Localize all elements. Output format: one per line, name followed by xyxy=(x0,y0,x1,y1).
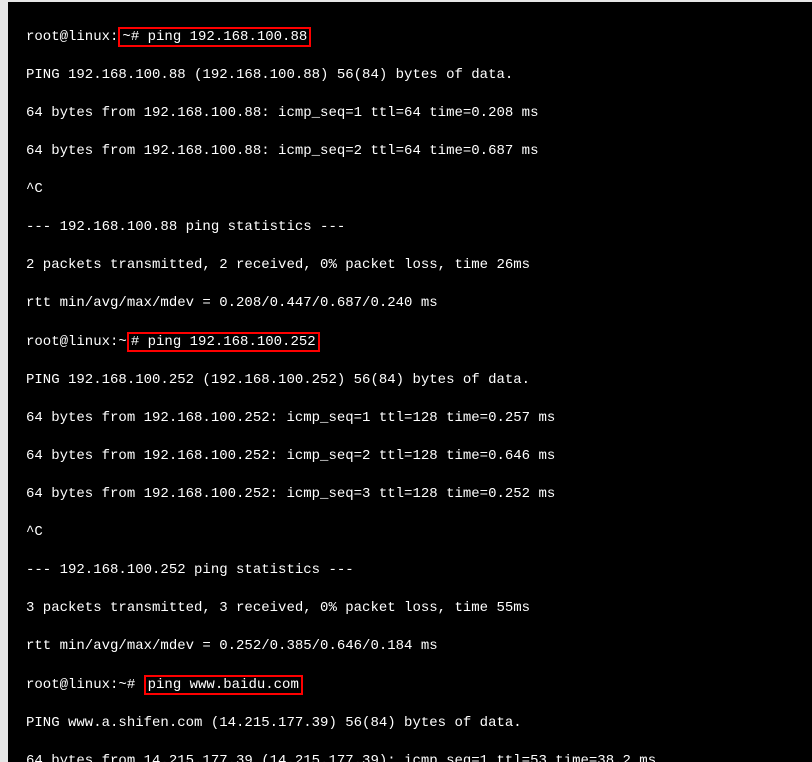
ping-output-line: PING 192.168.100.88 (192.168.100.88) 56(… xyxy=(26,66,804,85)
ping-output-line: PING www.a.shifen.com (14.215.177.39) 56… xyxy=(26,714,804,733)
ping-output-line: 64 bytes from 192.168.100.252: icmp_seq=… xyxy=(26,409,804,428)
ping-stats-line: 3 packets transmitted, 3 received, 0% pa… xyxy=(26,599,804,618)
ping-stats-header: --- 192.168.100.252 ping statistics --- xyxy=(26,561,804,580)
ping-output-line: 64 bytes from 14.215.177.39 (14.215.177.… xyxy=(26,752,804,762)
ping-stats-line: rtt min/avg/max/mdev = 0.252/0.385/0.646… xyxy=(26,637,804,656)
ping-command-1: ~# ping 192.168.100.88 xyxy=(118,27,311,47)
ping-stats-line: rtt min/avg/max/mdev = 0.208/0.447/0.687… xyxy=(26,294,804,313)
ping-output-line: 64 bytes from 192.168.100.252: icmp_seq=… xyxy=(26,447,804,466)
shell-prompt: root@linux: xyxy=(26,29,118,45)
ping-output-line: PING 192.168.100.252 (192.168.100.252) 5… xyxy=(26,371,804,390)
interrupt-signal: ^C xyxy=(26,180,804,199)
ping-output-line: 64 bytes from 192.168.100.252: icmp_seq=… xyxy=(26,485,804,504)
ping-output-line: 64 bytes from 192.168.100.88: icmp_seq=1… xyxy=(26,104,804,123)
ping-command-3: ping www.baidu.com xyxy=(144,675,303,695)
shell-prompt: root@linux:~ xyxy=(26,334,127,350)
ping-stats-line: 2 packets transmitted, 2 received, 0% pa… xyxy=(26,256,804,275)
ping-output-line: 64 bytes from 192.168.100.88: icmp_seq=2… xyxy=(26,142,804,161)
shell-prompt: root@linux:~# xyxy=(26,677,144,693)
terminal-window[interactable]: root@linux:~# ping 192.168.100.88 PING 1… xyxy=(0,0,812,762)
ping-command-2: # ping 192.168.100.252 xyxy=(127,332,320,352)
ping-stats-header: --- 192.168.100.88 ping statistics --- xyxy=(26,218,804,237)
interrupt-signal: ^C xyxy=(26,523,804,542)
